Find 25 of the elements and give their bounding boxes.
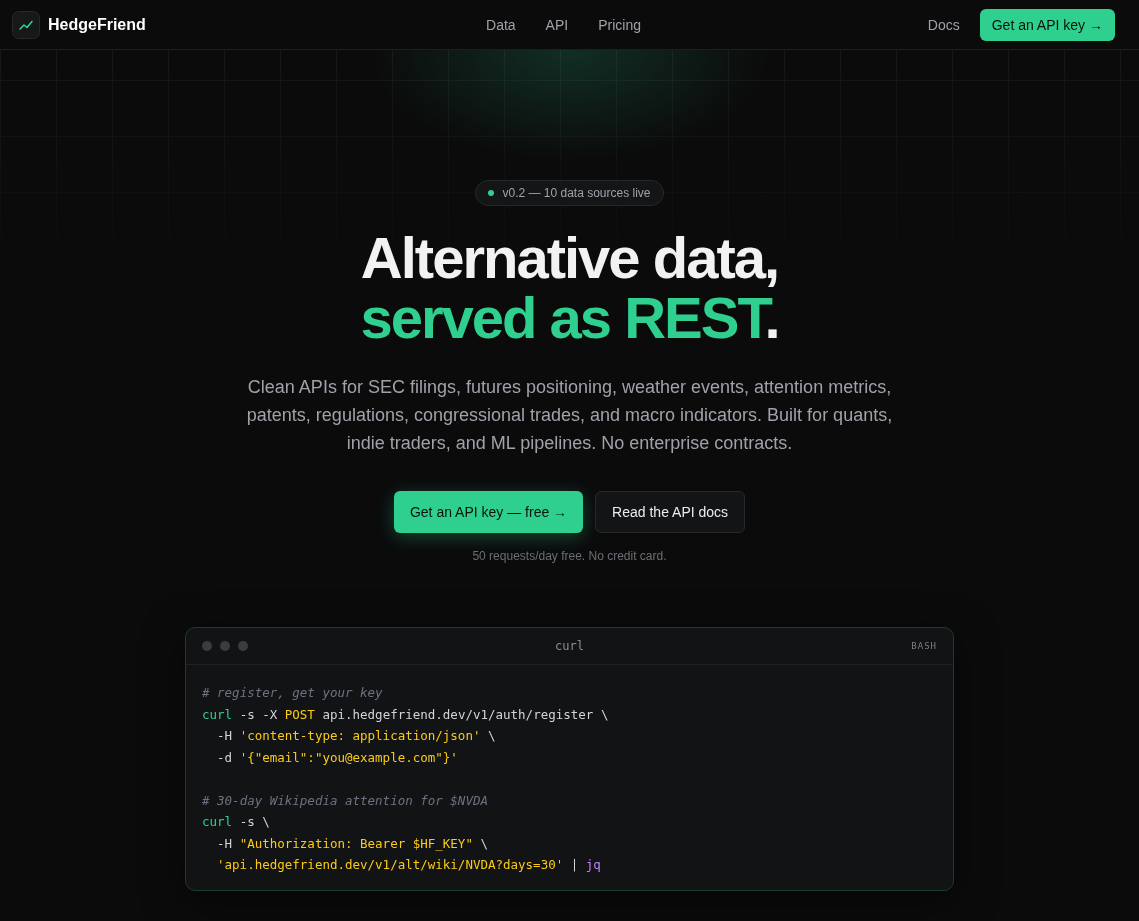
badge-text: v0.2 — 10 data sources live: [502, 186, 651, 200]
headline: Alternative data,: [360, 228, 779, 288]
code-line: # 30-day Wikipedia attention for $NVDA: [202, 791, 488, 810]
description: Clean APIs for SEC filings, futures positioning, weather events, attention metrics, patents, regulations, congressional trades, and macro indicators. Built for quants, indie traders, and ML pipelines. No enterprise contracts.: [245, 376, 894, 455]
nav-link[interactable]: Data: [478, 12, 524, 37]
code-line: curl -s -X POST api.hedgefriend.dev/v1/auth/register \: [202, 705, 609, 724]
window-dots-icon: [202, 641, 250, 651]
brand-name: HedgeFriend: [48, 15, 146, 34]
code-line: # register, get your key: [202, 684, 383, 702]
language-label: BASH: [911, 641, 937, 651]
headline-accent: served as REST.: [360, 288, 779, 348]
get-api-key-button[interactable]: Get an API key — free →: [393, 491, 584, 533]
code-line: -H 'content-type: application/json' \: [217, 727, 496, 745]
nav-link[interactable]: API: [537, 12, 577, 37]
code-line: -H "Authorization: Bearer $HF_KEY" \: [217, 834, 488, 853]
chart-logo-icon: [12, 10, 40, 39]
code-title: curl: [555, 639, 584, 653]
code-line: 'api.hedgefriend.dev/v1/alt/wiki/NVDA?days=30' | jq: [217, 856, 601, 874]
api-docs-button[interactable]: Read the API docs: [595, 491, 746, 533]
code-line: -d '{"email":"you@example.com"}': [217, 748, 458, 767]
nav-link[interactable]: Pricing: [590, 12, 649, 37]
docs-link[interactable]: Docs: [919, 12, 968, 37]
code-line: curl -s \: [202, 813, 270, 831]
pricing-note: 50 requests/day free. No credit card.: [472, 549, 667, 563]
api-key-button[interactable]: Get an API key →: [979, 8, 1115, 41]
